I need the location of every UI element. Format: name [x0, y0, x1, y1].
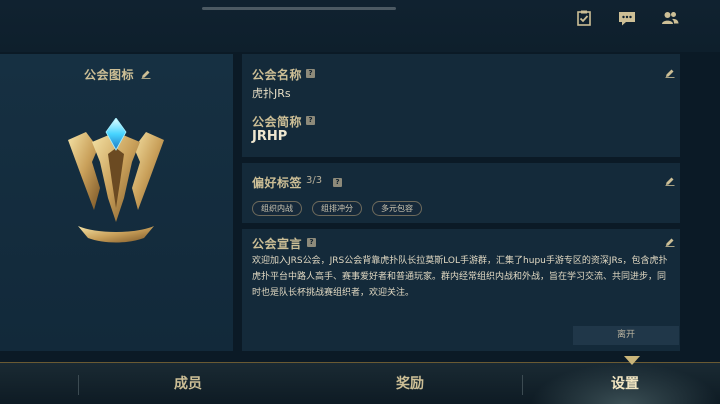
- pencil-icon[interactable]: [665, 176, 675, 186]
- guild-name-value: 虎扑JRs: [252, 87, 291, 100]
- bottom-nav: 成员 奖励 设置: [0, 362, 720, 404]
- active-tab-marker-icon: [624, 356, 640, 365]
- pencil-icon[interactable]: [141, 69, 151, 79]
- declaration-text: 欢迎加入JRS公会，JRS公会背靠虎扑队长拉莫斯LOL手游群，汇集了hupu手游…: [252, 256, 668, 298]
- tab-members[interactable]: 成员: [78, 363, 298, 404]
- info-icon[interactable]: ?: [333, 178, 342, 187]
- pencil-icon[interactable]: [665, 68, 675, 78]
- tag-chip: 多元包容: [372, 201, 422, 216]
- guild-abbr-value: JRHP: [252, 129, 288, 144]
- guild-name-label: 公会名称: [252, 68, 303, 82]
- chat-bubble-icon[interactable]: [618, 10, 636, 26]
- tag-chip: 组排冲分: [312, 201, 362, 216]
- nav-divider: [522, 375, 523, 395]
- info-icon[interactable]: ?: [306, 116, 315, 125]
- top-bar: [0, 0, 720, 52]
- emblem-title: 公会图标: [84, 68, 135, 82]
- clipboard-check-icon[interactable]: [575, 10, 593, 26]
- tags-count: 3/3: [306, 175, 323, 186]
- guild-emblem-image[interactable]: [64, 118, 168, 252]
- tags-label: 偏好标签: [252, 176, 303, 190]
- grab-handle[interactable]: [202, 7, 396, 10]
- info-icon[interactable]: ?: [307, 238, 316, 247]
- guild-abbr-label: 公会简称: [252, 115, 303, 129]
- tag-chip: 组织内战: [252, 201, 302, 216]
- leave-button[interactable]: 离开: [573, 326, 679, 345]
- tab-settings[interactable]: 设置: [530, 363, 720, 404]
- declaration-label: 公会宣言: [252, 237, 303, 251]
- group-icon[interactable]: [661, 10, 679, 26]
- tab-rewards[interactable]: 奖励: [300, 363, 520, 404]
- tags-card: [242, 163, 680, 223]
- info-icon[interactable]: ?: [306, 69, 315, 78]
- pencil-icon[interactable]: [665, 237, 675, 247]
